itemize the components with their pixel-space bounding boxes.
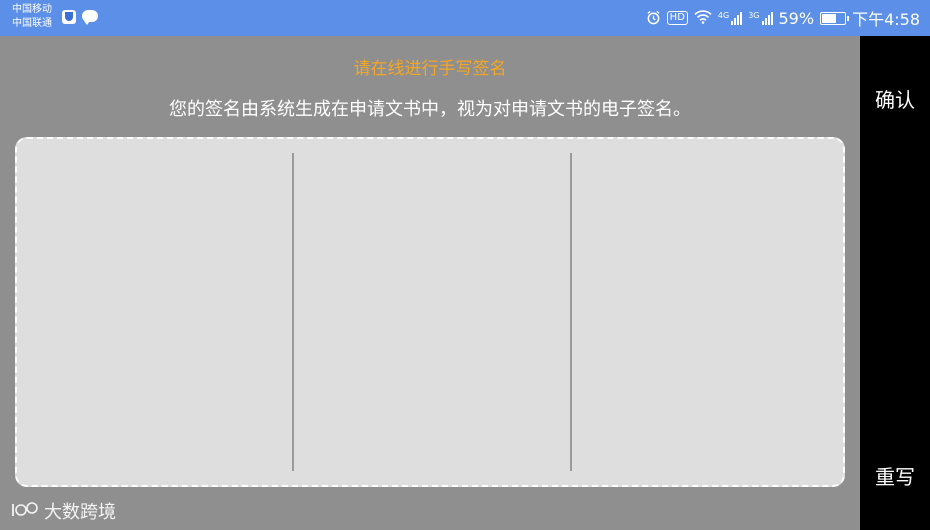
watermark-text: 大数跨境 [44,502,116,523]
hd-icon: HD [666,11,688,25]
shield-app-icon [62,10,76,24]
signal-icon-1: 4G [717,11,743,25]
rewrite-button[interactable]: 重写 [860,461,930,490]
battery-icon [820,11,850,25]
chat-bubble-icon [82,10,98,25]
signature-notice: 您的签名由系统生成在申请文书中，视为对申请文书的电子签名。 [169,99,691,120]
signature-pad[interactable] [15,137,845,487]
action-bar: 确认 重写 [860,36,930,530]
carrier-2: 中国联通 [12,18,52,29]
confirm-button[interactable]: 确认 [860,84,930,113]
pad-divider [570,153,572,471]
signal-2-tag: 3G [748,11,760,20]
carrier-info: 中国移动 中国联通 [12,3,52,31]
clock-time: 下午4:58 [852,10,920,29]
status-bar: 中国移动 中国联通 HD 4G 3G 59% 下午4:58 [0,0,930,36]
watermark: 大数跨境 [10,498,116,524]
signal-icon-2: 3G [748,11,773,25]
status-indicators: HD 4G 3G 59% 下午4:58 [646,0,920,36]
alarm-icon [646,10,661,27]
battery-percent: 59% [778,8,815,28]
pad-divider [292,153,294,471]
carrier-1: 中国移动 [12,4,52,15]
page-title: 请在线进行手写签名 [353,59,507,79]
watermark-logo-icon [10,501,40,522]
signal-1-tag: 4G [717,11,730,20]
wifi-icon [694,10,712,26]
signature-area: 请在线进行手写签名 您的签名由系统生成在申请文书中，视为对申请文书的电子签名。 … [0,36,860,530]
